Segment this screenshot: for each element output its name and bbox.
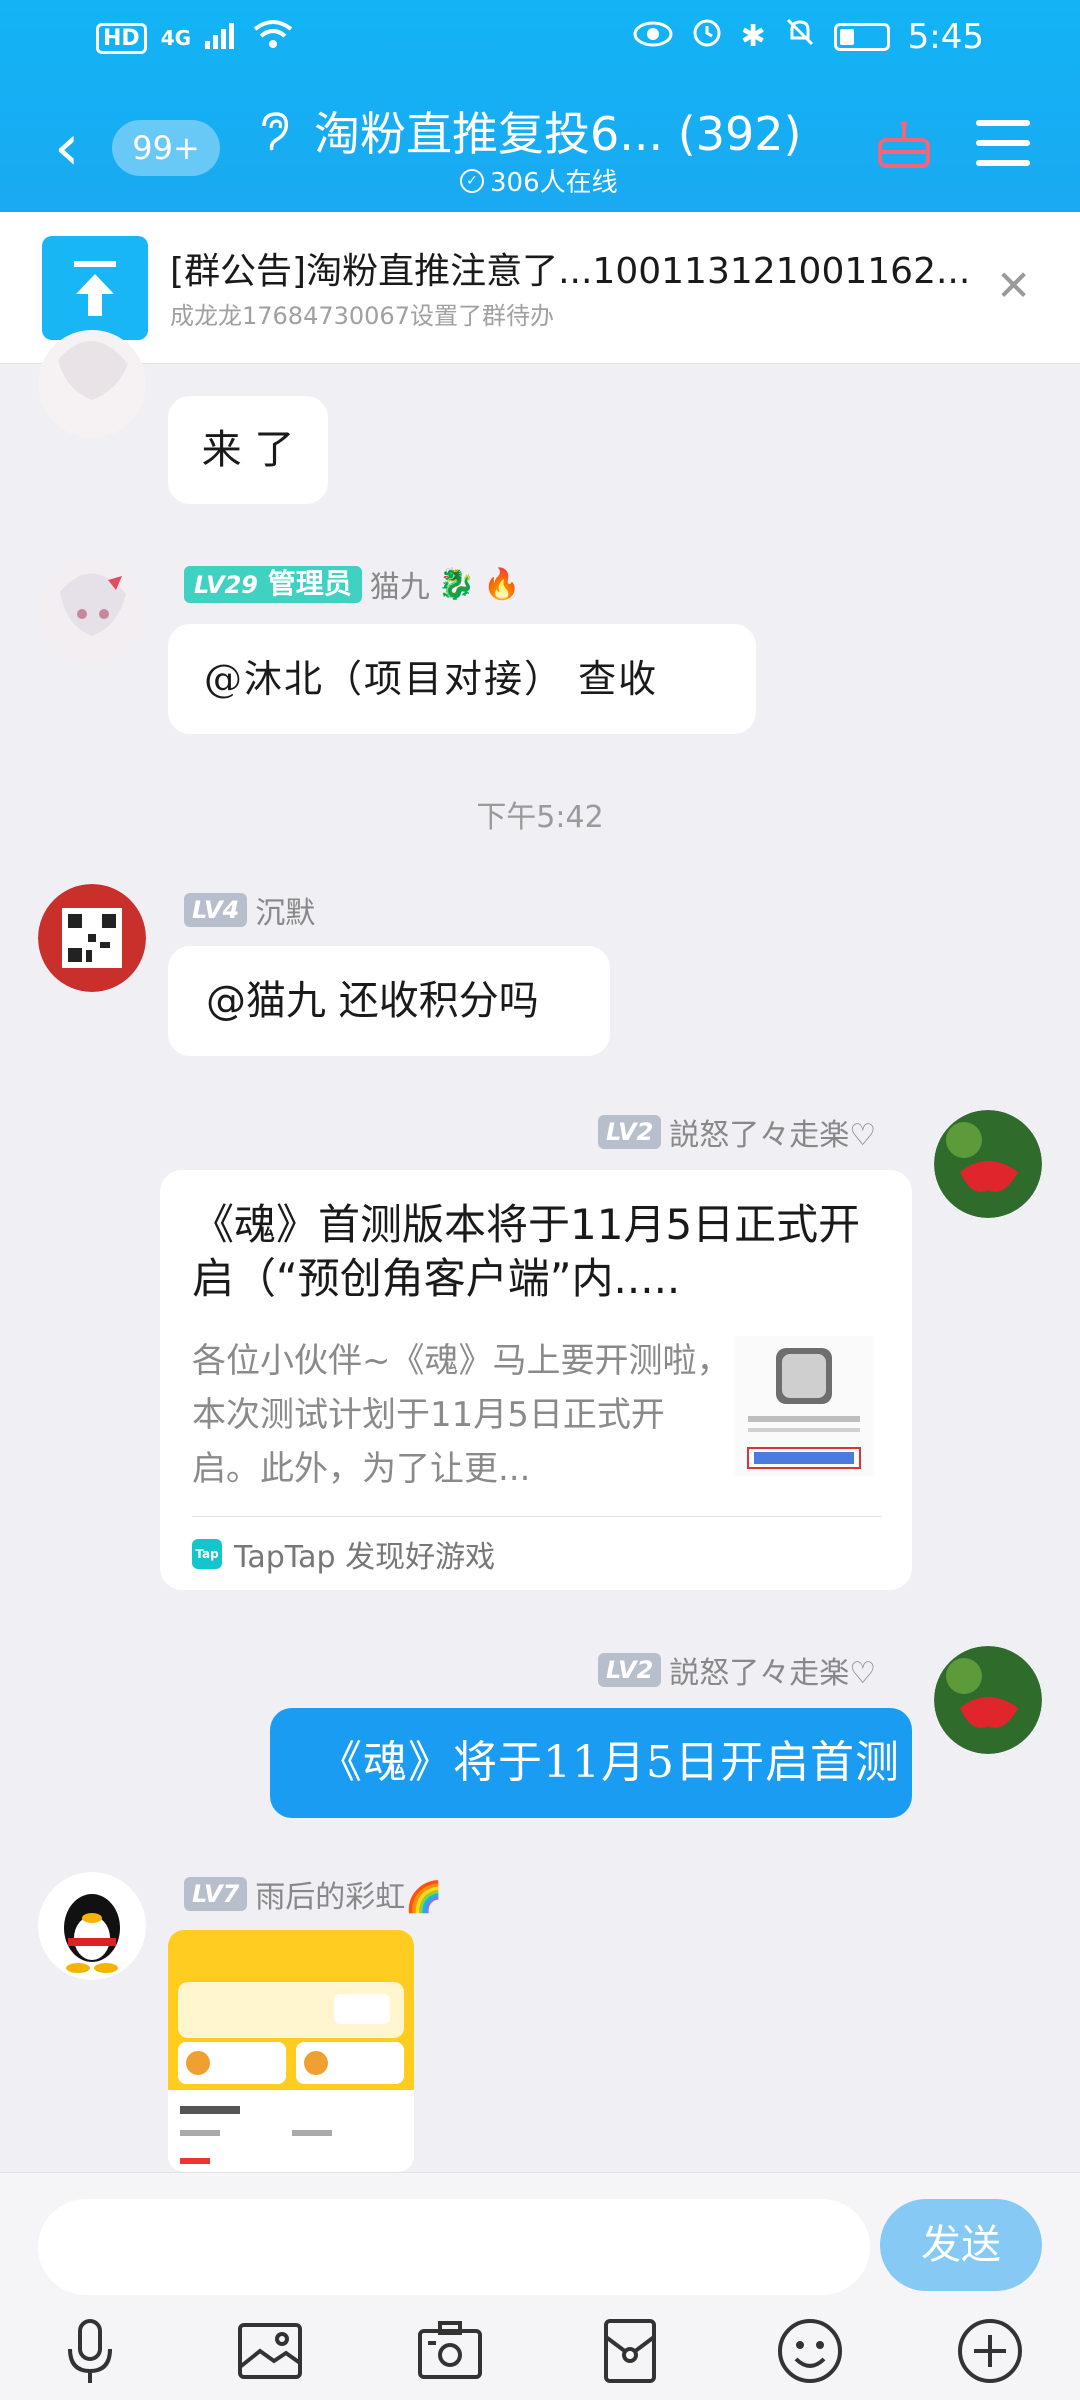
nav-bar: ‹ 99+ 淘粉直推复投6... (392) ✓ 306人在线 <box>0 90 1080 210</box>
camera-icon[interactable] <box>414 2315 486 2387</box>
mic-icon[interactable] <box>54 2315 126 2387</box>
sender-meta: LV2 説怒了々走楽♡ <box>598 1648 876 1692</box>
link-card[interactable]: 《魂》首测版本将于11月5日正式开启（“预创角客户端”内..... 各位小伙伴~… <box>160 1170 912 1590</box>
battery-icon <box>833 22 890 51</box>
card-divider <box>192 1516 882 1517</box>
sender-name[interactable]: 説怒了々走楽♡ <box>669 1110 876 1154</box>
level-badge: LV2 <box>598 1115 662 1149</box>
plus-icon[interactable] <box>954 2315 1026 2387</box>
dragon-icon: 🐉 <box>437 566 476 602</box>
level-admin-badge: LV29 管理员 <box>184 565 362 603</box>
ear-icon[interactable] <box>256 110 292 165</box>
card-description: 各位小伙伴~《魂》马上要开测啦，本次测试计划于11月5日正式开启。此外，为了让更… <box>192 1341 731 1489</box>
eye-icon <box>633 17 673 57</box>
message-bubble[interactable]: 《魂》将于11月5日开启首测 <box>270 1708 912 1818</box>
back-button[interactable]: ‹ <box>54 116 80 180</box>
online-count: ✓ 306人在线 <box>460 162 618 199</box>
status-bar: HD 4G ✱ 5:45 <box>0 0 1080 78</box>
sender-name[interactable]: 沉默 <box>255 888 315 932</box>
message-bubble[interactable]: 来 了 <box>168 396 328 504</box>
online-label: 306人在线 <box>490 168 618 198</box>
menu-button[interactable] <box>976 120 1030 166</box>
avatar[interactable] <box>934 1110 1042 1218</box>
input-area: 发送 <box>0 2172 1080 2400</box>
avatar[interactable] <box>934 1646 1042 1754</box>
send-button[interactable]: 发送 <box>880 2199 1042 2291</box>
network-label: 4G <box>160 26 192 50</box>
announcement-subtitle: 成龙龙17684730067设置了群待办 <box>170 302 554 330</box>
message-text: @沐北（项目对接） 查收 <box>204 657 659 701</box>
card-source: Tap TapTap 发现好游戏 <box>192 1532 495 1576</box>
check-icon: ✓ <box>460 168 484 193</box>
avatar[interactable] <box>38 884 146 992</box>
sender-name[interactable]: 猫九 <box>370 562 430 606</box>
image-message[interactable] <box>168 1930 414 2172</box>
alarm-icon <box>691 16 723 57</box>
announcement-title: [群公告]淘粉直推注意了...100113121001162... <box>170 251 971 292</box>
message-text: 《魂》将于11月5日开启首测 <box>318 1737 900 1788</box>
sender-meta: LV4 沉默 <box>184 888 315 932</box>
bluetooth-icon: ✱ <box>740 19 766 54</box>
sender-meta: LV29 管理员 猫九 🐉 🔥 <box>184 562 520 606</box>
avatar[interactable] <box>38 558 146 666</box>
card-thumbnail <box>734 1336 874 1476</box>
clock: 5:45 <box>907 16 984 57</box>
level-badge: LV2 <box>598 1653 662 1687</box>
avatar[interactable] <box>38 330 146 438</box>
red-packet-icon[interactable] <box>594 2315 666 2387</box>
emoji-icon[interactable] <box>774 2315 846 2387</box>
level-badge: LV4 <box>184 893 248 927</box>
message-text: @猫九 还收积分吗 <box>206 978 539 1024</box>
card-source-label: TapTap 发现好游戏 <box>234 1540 496 1575</box>
group-title[interactable]: 淘粉直推复投6... (392) <box>314 98 801 164</box>
message-input[interactable] <box>38 2199 870 2295</box>
level-badge: LV7 <box>184 1877 248 1911</box>
message-bubble[interactable]: @猫九 还收积分吗 <box>168 946 610 1056</box>
input-toolbar <box>0 2311 1080 2391</box>
card-title: 《魂》首测版本将于11月5日正式开启（“预创角客户端”内..... <box>192 1200 861 1303</box>
hd-indicator: HD <box>96 22 147 54</box>
sender-meta: LV7 雨后的彩虹🌈 <box>184 1872 443 1916</box>
wifi-icon <box>253 18 293 58</box>
fire-icon: 🔥 <box>483 566 521 602</box>
close-icon[interactable]: ✕ <box>996 265 1031 307</box>
sender-name[interactable]: 説怒了々走楽♡ <box>669 1648 876 1692</box>
unread-badge[interactable]: 99+ <box>112 120 220 176</box>
image-icon[interactable] <box>234 2315 306 2387</box>
sender-meta: LV2 説怒了々走楽♡ <box>598 1110 876 1154</box>
taptap-logo-icon: Tap <box>192 1539 222 1569</box>
avatar[interactable] <box>38 1872 146 1980</box>
birthday-cake-icon[interactable] <box>876 118 932 170</box>
time-divider: 下午5:42 <box>476 800 604 835</box>
message-text: 来 了 <box>201 427 295 473</box>
signal-icon <box>205 18 239 58</box>
sender-name[interactable]: 雨后的彩虹🌈 <box>255 1872 442 1916</box>
group-announcement[interactable]: [群公告]淘粉直推注意了...100113121001162... 成龙龙176… <box>0 212 1080 364</box>
message-bubble[interactable]: @沐北（项目对接） 查收 <box>168 624 756 734</box>
mute-icon <box>784 16 816 57</box>
pin-top-icon <box>42 236 148 340</box>
